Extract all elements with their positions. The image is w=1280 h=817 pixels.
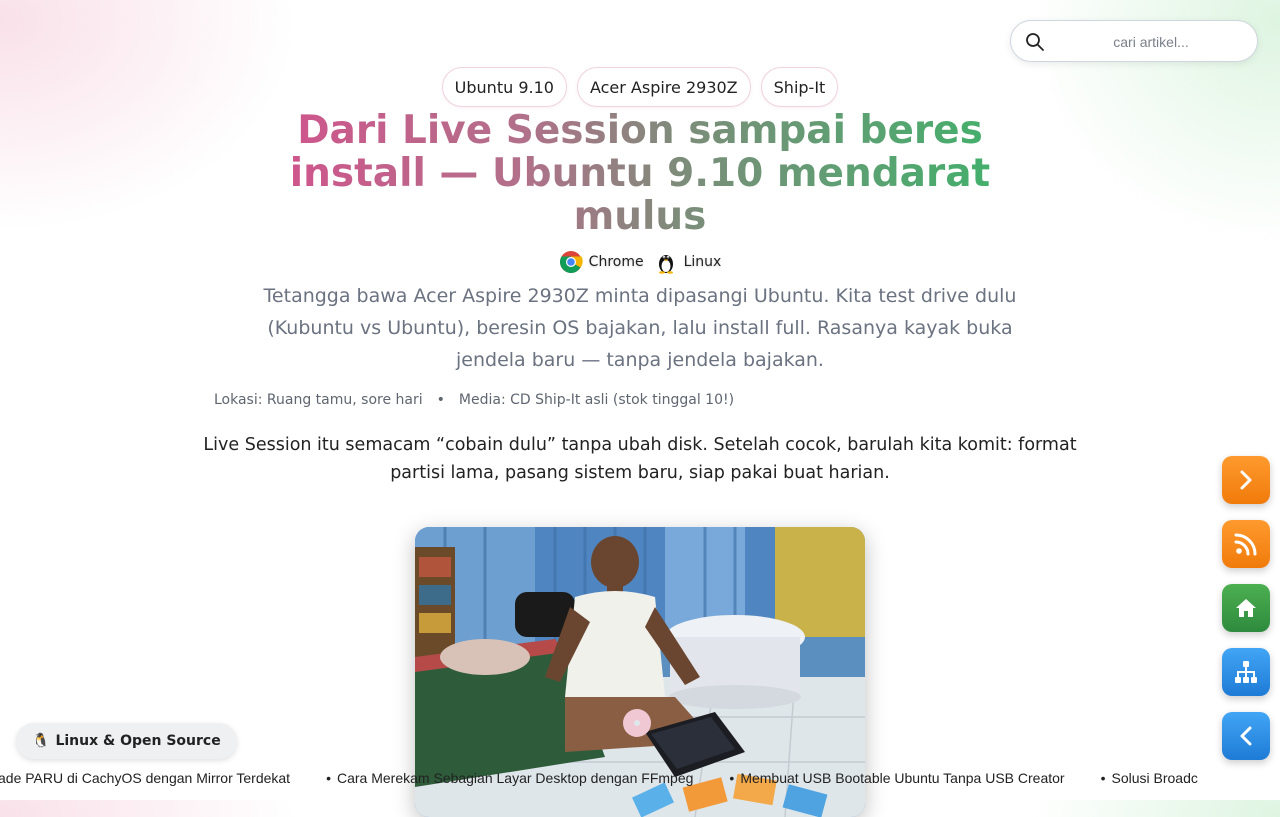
- article-meta: Lokasi: Ruang tamu, sore hari • Media: C…: [214, 392, 734, 408]
- search-input[interactable]: [1055, 29, 1247, 55]
- tag-ubuntu-9-10[interactable]: Ubuntu 9.10: [441, 67, 567, 107]
- back-button[interactable]: [1222, 712, 1270, 760]
- meta-separator: •: [436, 392, 445, 408]
- article-subtitle: Tetangga bawa Acer Aspire 2930Z minta di…: [263, 285, 1017, 371]
- meta-location: Lokasi: Ruang tamu, sore hari: [214, 392, 423, 408]
- platform-chrome-label: Chrome: [588, 254, 644, 270]
- rss-icon: [1234, 533, 1257, 556]
- tag-list: Ubuntu 9.10 Acer Aspire 2930Z Ship-It: [0, 67, 1280, 107]
- ticker-item[interactable]: ade PARU di CachyOS dengan Mirror Terdek…: [0, 770, 326, 786]
- tux-icon: [658, 255, 673, 274]
- platform-linux-label: Linux: [683, 254, 722, 270]
- tag-acer-aspire-2930z[interactable]: Acer Aspire 2930Z: [576, 67, 751, 107]
- home-button[interactable]: [1222, 584, 1270, 632]
- search-icon: [1025, 32, 1045, 52]
- tag-ship-it[interactable]: Ship-It: [760, 67, 839, 107]
- platform-linux: Linux: [654, 250, 722, 274]
- bullet-icon: •: [729, 770, 735, 786]
- ticker-item[interactable]: • Cara Merekam Sebagian Layar Desktop den…: [326, 770, 729, 786]
- sitemap-button[interactable]: [1222, 648, 1270, 696]
- meta-media: Media: CD Ship-It asli (stok tinggal 10!…: [458, 392, 735, 408]
- rss-button[interactable]: [1222, 520, 1270, 568]
- category-label: Linux & Open Source: [55, 733, 221, 749]
- related-articles-ticker: ade PARU di CachyOS dengan Mirror Terdek…: [0, 768, 1280, 790]
- search-box[interactable]: [1010, 20, 1258, 62]
- ticker-item[interactable]: • Solusi Broadc: [1101, 770, 1234, 786]
- category-badge[interactable]: 🐧 Linux & Open Source: [16, 723, 237, 759]
- next-button[interactable]: [1222, 456, 1270, 504]
- chrome-icon: [559, 251, 583, 273]
- bullet-icon: •: [326, 770, 331, 786]
- platform-chrome: Chrome: [559, 250, 644, 274]
- chevron-right-icon: [1240, 470, 1252, 490]
- platform-list: Chrome Linux: [0, 250, 1280, 274]
- chevron-left-icon: [1240, 726, 1252, 746]
- penguin-icon: 🐧: [32, 733, 50, 749]
- home-icon: [1236, 599, 1256, 617]
- article-lead: Live Session itu semacam “cobain dulu” t…: [203, 435, 1077, 483]
- bullet-icon: •: [1100, 770, 1106, 786]
- sitemap-icon: [1235, 661, 1257, 683]
- article-title: Dari Live Session sampai beres install —…: [240, 109, 1040, 238]
- ticker-item[interactable]: • Membuat USB Bootable Ubuntu Tanpa USB C…: [729, 770, 1100, 786]
